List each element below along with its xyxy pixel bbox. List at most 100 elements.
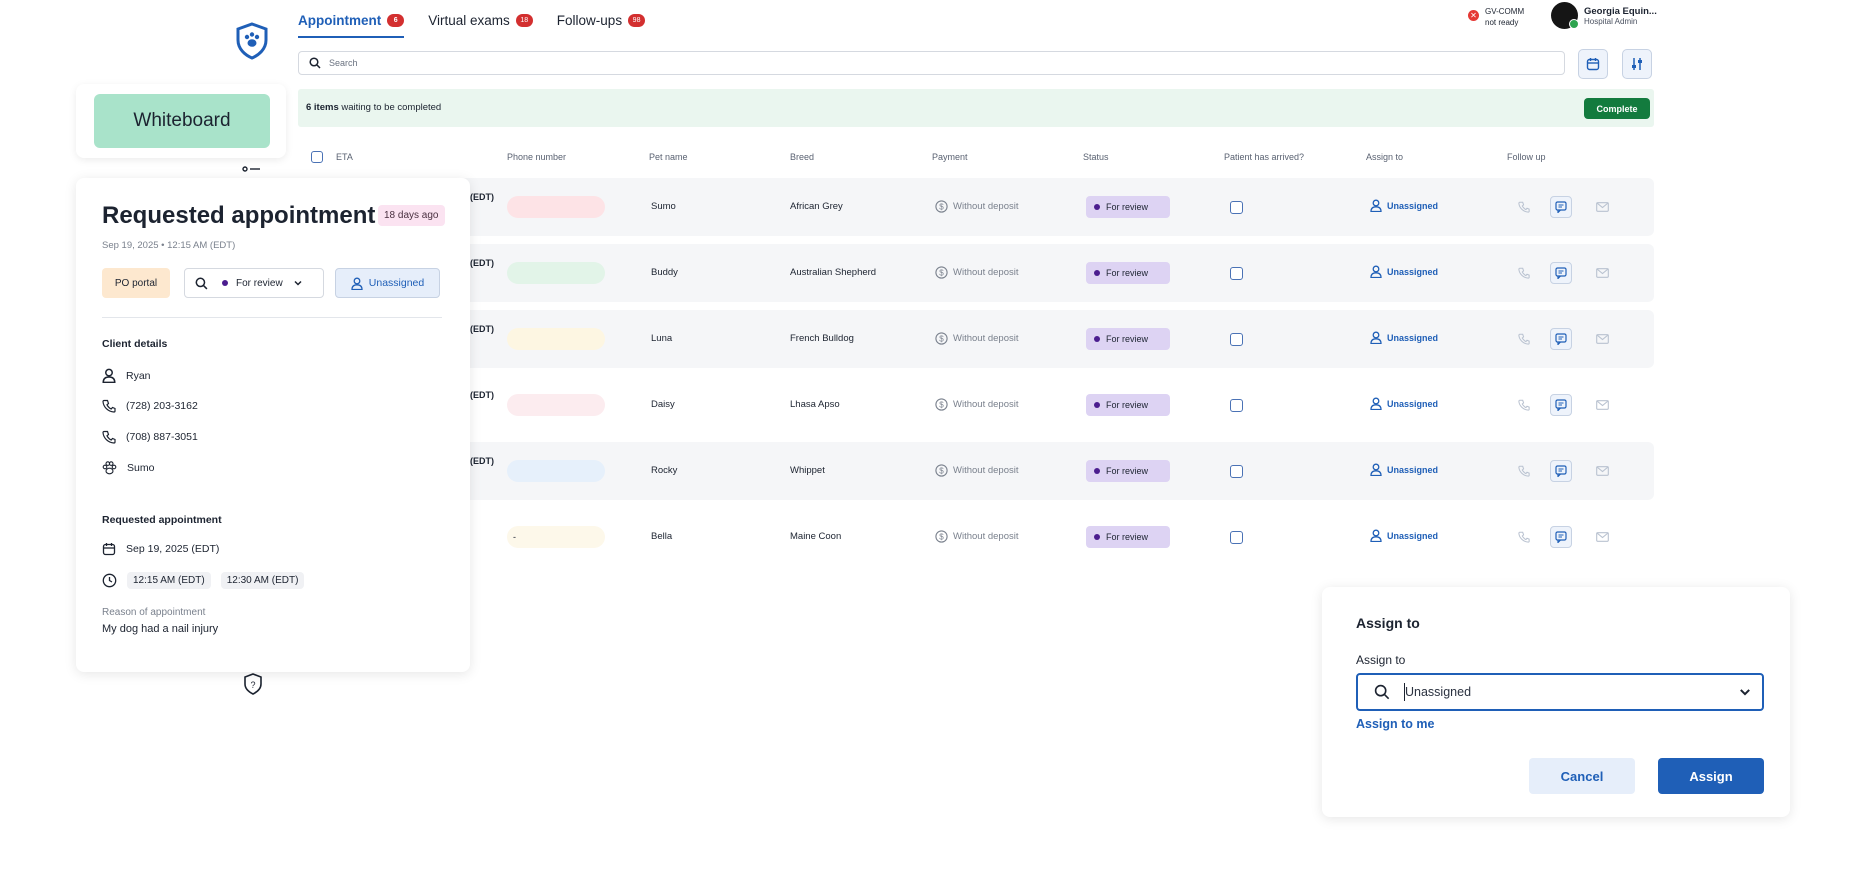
svg-text:$: $ — [939, 334, 944, 343]
arrived-checkbox[interactable] — [1230, 201, 1243, 214]
arrived-checkbox[interactable] — [1230, 267, 1243, 280]
filter-settings-button[interactable] — [1622, 49, 1652, 79]
chevron-down-icon — [293, 278, 303, 288]
complete-button[interactable]: Complete — [1584, 98, 1650, 119]
column-header-assign-to[interactable]: Assign to — [1366, 152, 1403, 162]
payment-label: Without deposit — [953, 201, 1019, 212]
call-button[interactable] — [1514, 263, 1534, 283]
assign-to-cell[interactable]: Unassigned — [1370, 529, 1438, 542]
chevron-down-icon[interactable] — [1738, 685, 1752, 699]
email-button[interactable] — [1592, 263, 1612, 283]
phone-number-cell[interactable] — [507, 328, 605, 350]
breed-cell: Australian Shepherd — [790, 267, 877, 278]
calendar-button[interactable] — [1578, 49, 1608, 79]
arrived-checkbox[interactable] — [1230, 333, 1243, 346]
message-button[interactable] — [1550, 328, 1572, 350]
email-button[interactable] — [1592, 197, 1612, 217]
status-dot-icon — [222, 280, 228, 286]
assign-field-label: Assign to — [1356, 653, 1406, 667]
assign-to-cell[interactable]: Unassigned — [1370, 265, 1438, 278]
email-button[interactable] — [1592, 461, 1612, 481]
eta-cell: (EDT) — [470, 324, 494, 334]
calendar-icon — [1586, 57, 1600, 71]
assign-button[interactable]: Unassigned — [335, 268, 440, 298]
column-header-status[interactable]: Status — [1083, 152, 1109, 162]
tab-appointment[interactable]: Appointment 6 — [298, 2, 405, 38]
phone-icon — [1518, 531, 1530, 543]
clinic-shield-logo-icon — [235, 22, 269, 60]
column-header-payment[interactable]: Payment — [932, 152, 968, 162]
tab-virtual-exams[interactable]: Virtual exams 18 — [428, 2, 533, 38]
status-badge[interactable]: For review — [1086, 460, 1170, 482]
column-header-arrived[interactable]: Patient has arrived? — [1224, 152, 1304, 162]
phone-number-cell[interactable] — [507, 262, 605, 284]
status-dot-icon — [1094, 534, 1100, 540]
tab-follow-ups[interactable]: Follow-ups 98 — [557, 2, 646, 38]
status-label: For review — [1106, 268, 1149, 278]
search-icon — [195, 277, 208, 290]
status-badge[interactable]: For review — [1086, 394, 1170, 416]
list-menu-icon[interactable] — [242, 166, 262, 178]
payment-label: Without deposit — [953, 399, 1019, 410]
svg-text:$: $ — [939, 400, 944, 409]
eta-cell: (EDT) — [470, 258, 494, 268]
assign-to-cell[interactable]: Unassigned — [1370, 397, 1438, 410]
email-button[interactable] — [1592, 527, 1612, 547]
assign-to-cell[interactable]: Unassigned — [1370, 463, 1438, 476]
chat-icon — [1555, 399, 1567, 411]
phone-number-cell[interactable] — [507, 460, 605, 482]
phone-icon — [1518, 201, 1530, 213]
call-button[interactable] — [1514, 461, 1534, 481]
call-button[interactable] — [1514, 329, 1534, 349]
requested-date-row: Sep 19, 2025 (EDT) — [102, 542, 219, 556]
message-button[interactable] — [1550, 460, 1572, 482]
status-dot-icon — [1094, 402, 1100, 408]
assign-dialog: Assign to Assign to Unassigned Assign to… — [1322, 587, 1790, 817]
help-shield-icon[interactable]: ? — [243, 673, 263, 695]
column-header-pet-name[interactable]: Pet name — [649, 152, 688, 162]
user-name: Georgia Equin... — [1584, 5, 1657, 17]
user-menu[interactable]: Georgia Equin... Hospital Admin — [1551, 2, 1657, 29]
email-button[interactable] — [1592, 395, 1612, 415]
message-button[interactable] — [1550, 394, 1572, 416]
phone-row-1[interactable]: (728) 203-3162 — [102, 399, 198, 413]
message-button[interactable] — [1550, 526, 1572, 548]
breed-cell: Lhasa Apso — [790, 399, 840, 410]
arrived-checkbox[interactable] — [1230, 531, 1243, 544]
assign-confirm-button[interactable]: Assign — [1658, 758, 1764, 794]
column-header-follow-up[interactable]: Follow up — [1507, 152, 1546, 162]
call-button[interactable] — [1514, 527, 1534, 547]
arrived-checkbox[interactable] — [1230, 399, 1243, 412]
email-button[interactable] — [1592, 329, 1612, 349]
client-name: Ryan — [126, 369, 151, 382]
status-badge[interactable]: For review — [1086, 196, 1170, 218]
assignee-select-input[interactable]: Unassigned — [1356, 673, 1764, 711]
status-dropdown[interactable]: For review — [184, 268, 324, 298]
message-button[interactable] — [1550, 196, 1572, 218]
gv-comm-status[interactable]: ✕ GV-COMM not ready — [1468, 6, 1524, 28]
assign-to-cell[interactable]: Unassigned — [1370, 331, 1438, 344]
user-icon — [1370, 265, 1382, 278]
assign-to-me-link[interactable]: Assign to me — [1356, 717, 1435, 731]
status-badge[interactable]: For review — [1086, 526, 1170, 548]
call-button[interactable] — [1514, 395, 1534, 415]
assign-to-cell[interactable]: Unassigned — [1370, 199, 1438, 212]
svg-text:?: ? — [250, 680, 255, 690]
arrived-checkbox[interactable] — [1230, 465, 1243, 478]
phone-number-cell[interactable] — [507, 196, 605, 218]
status-badge[interactable]: For review — [1086, 328, 1170, 350]
phone-row-2[interactable]: (708) 887-3051 — [102, 430, 198, 444]
whiteboard-button[interactable]: Whiteboard — [94, 94, 270, 148]
column-header-phone[interactable]: Phone number — [507, 152, 566, 162]
search-input[interactable]: Search — [298, 51, 1565, 75]
message-button[interactable] — [1550, 262, 1572, 284]
cancel-button[interactable]: Cancel — [1529, 758, 1635, 794]
column-header-breed[interactable]: Breed — [790, 152, 814, 162]
column-header-eta[interactable]: ETA — [336, 152, 353, 162]
phone-number-cell[interactable]: - — [507, 526, 605, 548]
call-button[interactable] — [1514, 197, 1534, 217]
phone-number-cell[interactable] — [507, 394, 605, 416]
payment-label: Without deposit — [953, 531, 1019, 542]
select-all-checkbox[interactable] — [311, 151, 323, 163]
status-badge[interactable]: For review — [1086, 262, 1170, 284]
